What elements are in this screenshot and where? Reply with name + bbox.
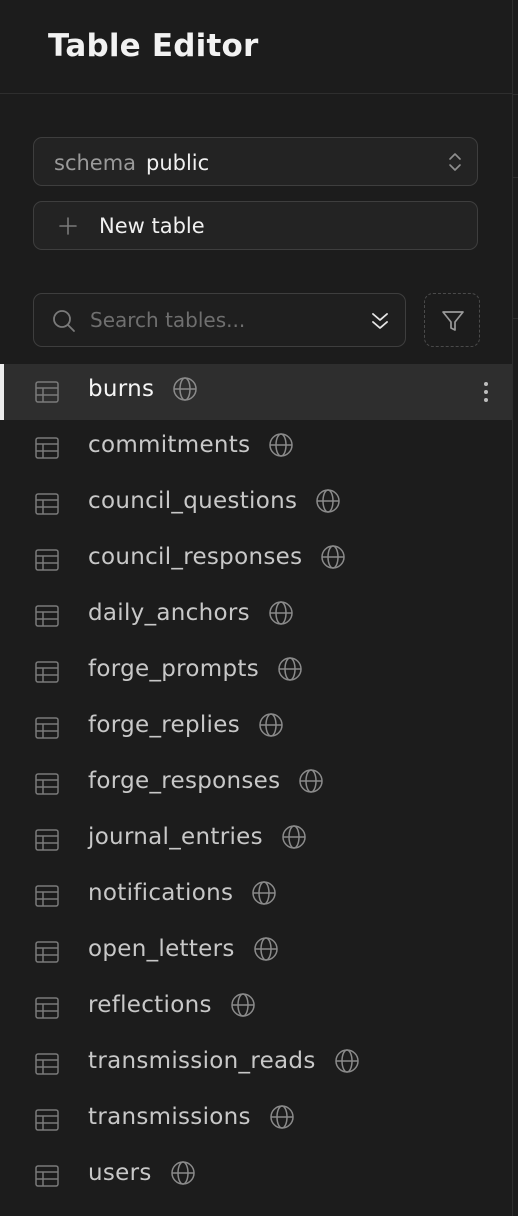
table-row-label-group: users (88, 1160, 196, 1186)
table-name: reflections (88, 992, 212, 1018)
table-name: daily_anchors (88, 600, 250, 626)
table-row-label-group: commitments (88, 432, 294, 458)
editor-edge (513, 0, 518, 1216)
globe-icon (252, 881, 276, 905)
filter-icon (442, 311, 464, 331)
new-table-button[interactable]: New table (33, 201, 478, 250)
table-row-label-group: notifications (88, 880, 277, 906)
filter-button[interactable] (424, 293, 480, 347)
table-icon (35, 1109, 59, 1131)
table-row-forge-prompts[interactable]: forge_prompts (0, 644, 512, 700)
globe-icon (259, 713, 283, 737)
globe-icon (230, 993, 255, 1017)
table-name: open_letters (88, 936, 235, 962)
table-row-open-letters[interactable]: open_letters (0, 924, 512, 980)
table-icon (35, 493, 59, 515)
table-row-label-group: transmissions (88, 1104, 295, 1130)
table-icon (35, 773, 59, 795)
globe-icon (173, 377, 198, 401)
globe-icon (299, 769, 324, 793)
schema-select-label: schema (54, 151, 137, 175)
table-icon (35, 437, 59, 459)
table-name: council_questions (88, 488, 298, 514)
search-icon (53, 310, 75, 332)
table-icon (35, 885, 59, 907)
sidebar-header: Table Editor (0, 0, 512, 94)
table-icon (35, 381, 59, 403)
table-name: council_responses (88, 544, 303, 570)
new-table-label: New table (99, 214, 205, 238)
globe-icon (270, 1105, 294, 1129)
table-row-forge-responses[interactable]: forge_responses (0, 756, 512, 812)
table-row-daily-anchors[interactable]: daily_anchors (0, 588, 512, 644)
chevrons-down-icon[interactable] (369, 308, 391, 334)
table-row-journal-entries[interactable]: journal_entries (0, 812, 512, 868)
table-name: forge_replies (88, 712, 240, 738)
table-row-label-group: transmission_reads (88, 1048, 360, 1074)
table-row-label-group: forge_responses (88, 768, 324, 794)
table-row-forge-replies[interactable]: forge_replies (0, 700, 512, 756)
table-row-burns[interactable]: burns (0, 364, 512, 420)
table-icon (35, 661, 59, 683)
table-icon (35, 829, 59, 851)
table-name: transmissions (88, 1104, 251, 1130)
table-list: burns commitments council_questions coun… (0, 364, 512, 1204)
table-row-label-group: journal_entries (88, 824, 307, 850)
table-icon (35, 717, 59, 739)
table-row-label-group: council_responses (88, 544, 346, 570)
table-row-notifications[interactable]: notifications (0, 868, 512, 924)
table-name: journal_entries (88, 824, 263, 850)
table-name: transmission_reads (88, 1048, 316, 1074)
table-row-label-group: open_letters (88, 936, 279, 962)
table-name: burns (88, 376, 155, 402)
table-icon (35, 605, 59, 627)
globe-icon (282, 825, 306, 849)
table-row-council-questions[interactable]: council_questions (0, 476, 512, 532)
table-row-commitments[interactable]: commitments (0, 420, 512, 476)
table-row-users[interactable]: users (0, 1148, 512, 1204)
globe-icon (269, 433, 294, 457)
globe-icon (269, 601, 293, 625)
table-icon (35, 1165, 59, 1187)
search-box (33, 293, 406, 347)
table-row-label-group: council_questions (88, 488, 341, 514)
chevron-up-down-icon (449, 153, 461, 171)
table-name: users (88, 1160, 152, 1186)
globe-icon (170, 1161, 195, 1185)
table-row-label-group: forge_replies (88, 712, 284, 738)
globe-icon (278, 657, 302, 681)
table-icon (35, 997, 59, 1019)
plus-icon (59, 217, 77, 235)
schema-select[interactable]: schema public (33, 137, 478, 186)
table-icon (35, 941, 59, 963)
search-input[interactable] (90, 304, 355, 336)
table-name: forge_responses (88, 768, 281, 794)
table-icon (35, 549, 59, 571)
page-title: Table Editor (48, 28, 259, 64)
table-row-label-group: daily_anchors (88, 600, 294, 626)
table-row-transmissions[interactable]: transmissions (0, 1092, 512, 1148)
globe-icon (321, 545, 346, 569)
table-row-reflections[interactable]: reflections (0, 980, 512, 1036)
more-vertical-icon[interactable] (482, 380, 490, 404)
table-editor-sidebar: Table Editor schema public New table Sea… (0, 0, 513, 1216)
table-name: commitments (88, 432, 251, 458)
schema-select-value: public (146, 151, 210, 175)
table-row-label-group: forge_prompts (88, 656, 303, 682)
table-icon (35, 1053, 59, 1075)
globe-icon (253, 937, 278, 961)
table-name: notifications (88, 880, 234, 906)
table-name: forge_prompts (88, 656, 259, 682)
globe-icon (334, 1049, 359, 1073)
table-row-council-responses[interactable]: council_responses (0, 532, 512, 588)
table-row-transmission-reads[interactable]: transmission_reads (0, 1036, 512, 1092)
table-row-label-group: burns (88, 376, 198, 402)
globe-icon (316, 489, 340, 513)
table-row-label-group: reflections (88, 992, 256, 1018)
